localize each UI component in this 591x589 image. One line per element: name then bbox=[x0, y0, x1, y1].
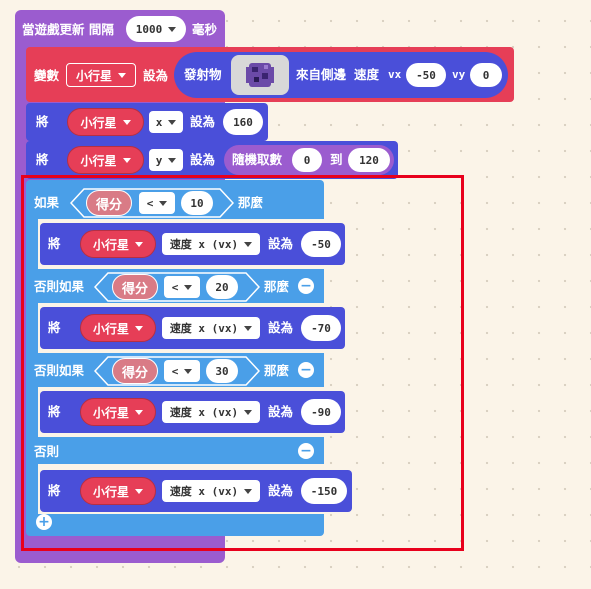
set-y-assign: 設為 bbox=[190, 152, 216, 167]
interval-dropdown[interactable]: 1000 bbox=[126, 16, 186, 42]
from-side-label: 來自側邊 bbox=[296, 67, 347, 82]
set-y-property-dropdown[interactable]: y bbox=[149, 149, 183, 171]
set-x-assign: 設為 bbox=[190, 114, 216, 129]
variable-dropdown[interactable]: 小行星 bbox=[66, 63, 136, 87]
projectile-label: 發射物 bbox=[184, 67, 222, 82]
speed-label: 速度 bbox=[354, 67, 380, 82]
chevron-down-icon bbox=[118, 72, 126, 78]
random-from-input[interactable]: 0 bbox=[292, 148, 322, 172]
set-x-variable[interactable]: 小行星 bbox=[67, 108, 144, 136]
variable-name: 小行星 bbox=[75, 68, 112, 83]
chevron-down-icon bbox=[168, 157, 177, 163]
event-unit: 毫秒 bbox=[192, 22, 218, 37]
set-prefix: 變數 bbox=[34, 68, 60, 83]
random-to-label: 到 bbox=[330, 152, 343, 167]
set-x-value[interactable]: 160 bbox=[223, 109, 263, 135]
chevron-down-icon bbox=[122, 157, 131, 163]
vx-label: vx bbox=[388, 68, 402, 81]
chevron-down-icon bbox=[168, 119, 177, 125]
highlight-box bbox=[21, 175, 464, 551]
set-x-property: x bbox=[155, 115, 163, 129]
asteroid-icon bbox=[246, 63, 274, 87]
set-y-property: y bbox=[155, 153, 163, 167]
vy-input[interactable]: 0 bbox=[470, 63, 502, 87]
set-x-prefix: 將 bbox=[36, 114, 49, 129]
interval-value: 1000 bbox=[135, 22, 163, 36]
set-y-variable-name: 小行星 bbox=[80, 153, 117, 168]
event-label: 當遊戲更新 間隔 bbox=[22, 22, 114, 37]
vx-input[interactable]: -50 bbox=[406, 63, 446, 87]
random-label: 隨機取數 bbox=[232, 152, 283, 167]
chevron-down-icon bbox=[168, 26, 177, 32]
set-x-variable-name: 小行星 bbox=[80, 115, 117, 130]
random-to-input[interactable]: 120 bbox=[348, 148, 390, 172]
assign-label: 設為 bbox=[143, 68, 169, 83]
set-y-prefix: 將 bbox=[36, 152, 49, 167]
set-x-property-dropdown[interactable]: x bbox=[149, 111, 183, 133]
vy-label: vy bbox=[452, 68, 466, 81]
set-y-variable[interactable]: 小行星 bbox=[67, 146, 144, 174]
chevron-down-icon bbox=[122, 119, 131, 125]
sprite-image-picker[interactable] bbox=[231, 55, 289, 95]
